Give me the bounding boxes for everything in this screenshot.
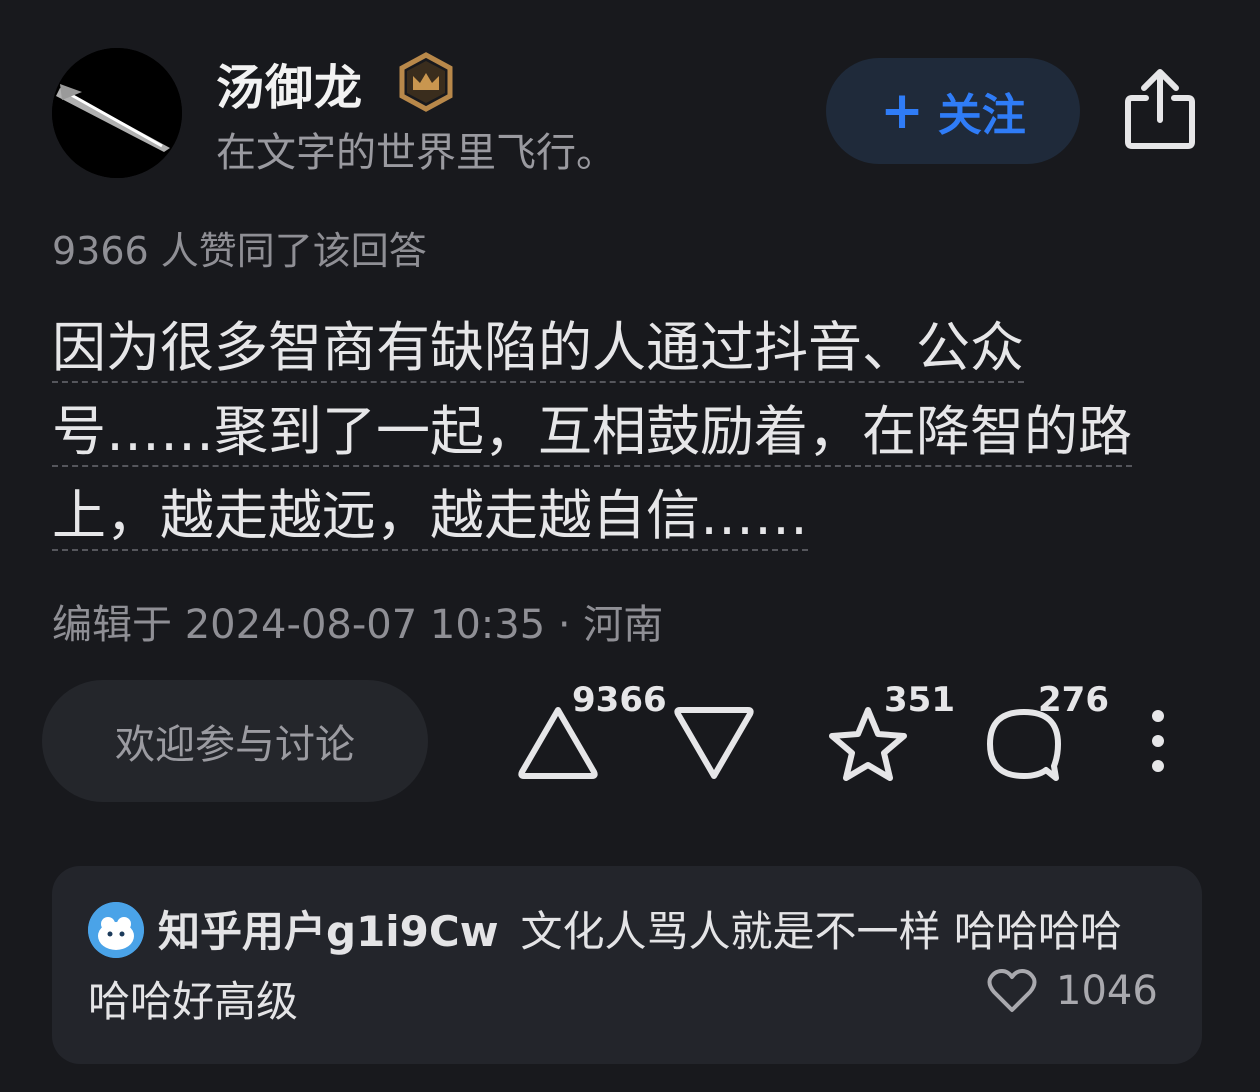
downvote-icon[interactable] <box>670 700 758 784</box>
follow-button[interactable]: + 关注 <box>826 58 1080 164</box>
favorite-count: 351 <box>884 680 955 720</box>
answer-content[interactable]: 因为很多智商有缺陷的人通过抖音、公众 号……聚到了一起，互相鼓励着，在降智的路 … <box>52 306 1212 558</box>
upvote-summary: 9366 人赞同了该回答 <box>52 229 427 273</box>
more-options-icon[interactable] <box>1146 708 1170 774</box>
comment-count: 276 <box>1038 680 1109 720</box>
comment-like-count: 1046 <box>1056 968 1158 1014</box>
top-comment-card[interactable] <box>52 866 1202 1064</box>
commenter-avatar[interactable] <box>88 902 144 958</box>
upvote-count: 9366 <box>572 680 667 720</box>
author-name[interactable]: 汤御龙 <box>216 48 363 118</box>
share-icon[interactable] <box>1122 66 1198 152</box>
author-bio: 在文字的世界里飞行。 <box>216 130 616 176</box>
comment-line: 知乎用户g1i9Cw 文化人骂人就是不一样 哈哈哈哈 <box>158 898 1122 959</box>
edit-meta: 编辑于 2024-08-07 10:35 · 河南 <box>52 602 664 648</box>
commenter-name[interactable]: 知乎用户g1i9Cw <box>158 907 499 956</box>
comment-like-button[interactable]: 1046 <box>986 968 1158 1014</box>
crown-icon[interactable] <box>396 52 456 112</box>
comment-text: 文化人骂人就是不一样 哈哈哈哈 <box>520 907 1122 956</box>
comment-text-continued: 哈哈好高级 <box>88 977 299 1026</box>
answer-line: 因为很多智商有缺陷的人通过抖音、公众 <box>52 316 1024 383</box>
follow-label: 关注 <box>937 90 1026 141</box>
answer-line: 上，越走越远，越走越自信…… <box>52 484 808 551</box>
heart-icon <box>987 969 1037 1012</box>
author-avatar[interactable] <box>52 48 182 178</box>
plus-icon: + <box>880 81 924 141</box>
discussion-input[interactable]: 欢迎参与讨论 <box>42 680 428 802</box>
answer-line: 号……聚到了一起，互相鼓励着，在降智的路 <box>52 400 1132 467</box>
